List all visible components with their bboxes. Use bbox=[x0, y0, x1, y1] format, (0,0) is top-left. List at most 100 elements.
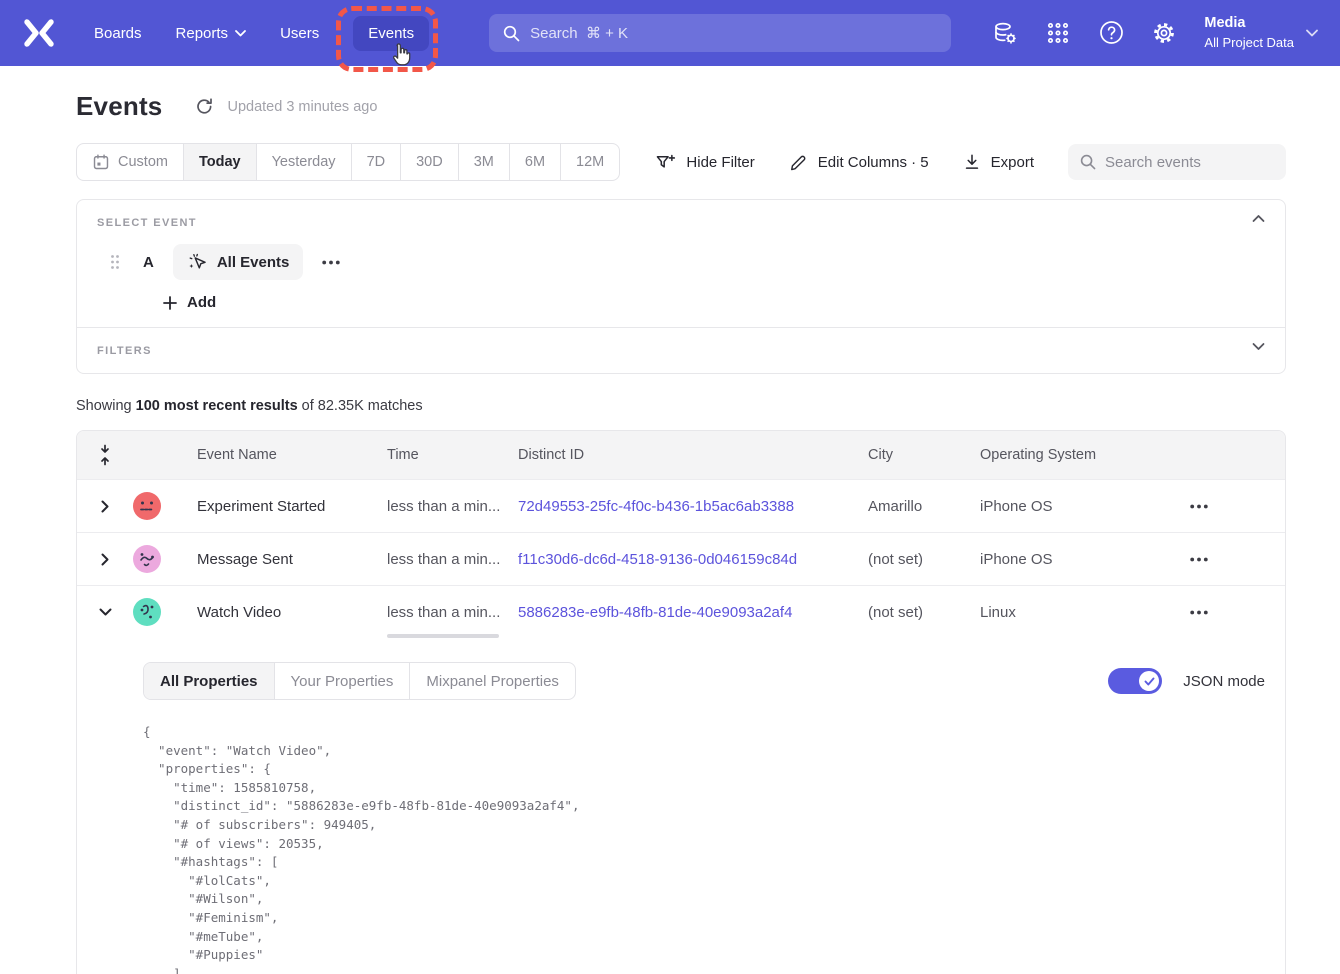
search-events-field[interactable] bbox=[1068, 144, 1286, 180]
cell-time: less than a min... bbox=[387, 551, 518, 568]
row-more-button[interactable] bbox=[1188, 557, 1208, 562]
data-management-icon[interactable] bbox=[992, 20, 1018, 46]
search-icon bbox=[503, 25, 520, 42]
search-events-input[interactable] bbox=[1105, 154, 1274, 171]
pencil-icon bbox=[789, 153, 808, 172]
table-row-expanded[interactable]: Watch Video less than a min... 5886283e-… bbox=[77, 585, 1285, 638]
date-range-yesterday[interactable]: Yesterday bbox=[257, 144, 352, 180]
filter-funnel-icon bbox=[655, 153, 676, 172]
column-header-city[interactable]: City bbox=[868, 447, 980, 463]
expand-row-chevron-right-icon[interactable] bbox=[101, 500, 109, 513]
tab-mixpanel-properties[interactable]: Mixpanel Properties bbox=[410, 663, 575, 699]
cell-distinct-id-link[interactable]: 5886283e-e9fb-48fb-81de-40e9093a2af4 bbox=[518, 604, 868, 621]
results-summary-prefix: Showing bbox=[76, 398, 136, 414]
tab-all-properties[interactable]: All Properties bbox=[144, 663, 275, 699]
cell-time: less than a min... bbox=[387, 498, 518, 515]
drag-handle-icon[interactable] bbox=[109, 254, 121, 270]
project-name: Media bbox=[1204, 14, 1294, 34]
nav-item-reports-label: Reports bbox=[176, 25, 229, 42]
results-summary-count: 100 most recent results bbox=[136, 398, 298, 414]
table-row[interactable]: Message Sent less than a min... f11c30d6… bbox=[77, 532, 1285, 585]
nav-item-boards[interactable]: Boards bbox=[94, 25, 142, 42]
table-header-row: Event Name Time Distinct ID City Operati… bbox=[77, 431, 1285, 479]
select-event-section: SELECT EVENT A All Events Add bbox=[77, 200, 1285, 327]
event-row-more-button[interactable] bbox=[322, 260, 340, 265]
event-avatar bbox=[133, 598, 161, 626]
json-mode-toggle[interactable] bbox=[1108, 668, 1162, 694]
column-header-operating-system[interactable]: Operating System bbox=[980, 447, 1188, 463]
expand-section-chevron-down-icon[interactable] bbox=[1252, 342, 1265, 351]
expand-collapse-all-icon[interactable] bbox=[98, 444, 112, 466]
query-builder-card: SELECT EVENT A All Events Add F bbox=[76, 199, 1286, 374]
cell-distinct-id-link[interactable]: f11c30d6-dc6d-4518-9136-0d046159c84d bbox=[518, 551, 868, 568]
results-summary-suffix: of 82.35K matches bbox=[298, 398, 423, 414]
collapse-section-chevron-up-icon[interactable] bbox=[1252, 214, 1265, 223]
ellipsis-icon bbox=[322, 260, 340, 265]
tab-your-properties[interactable]: Your Properties bbox=[275, 663, 411, 699]
date-range-7d[interactable]: 7D bbox=[352, 144, 402, 180]
table-row[interactable]: Experiment Started less than a min... 72… bbox=[77, 479, 1285, 532]
add-event-button[interactable]: Add bbox=[163, 294, 216, 311]
properties-tabs: All Properties Your Properties Mixpanel … bbox=[143, 662, 576, 700]
chevron-down-icon bbox=[235, 30, 246, 37]
expand-row-chevron-right-icon[interactable] bbox=[101, 553, 109, 566]
help-icon[interactable] bbox=[1098, 20, 1124, 46]
edit-columns-button[interactable]: Edit Columns · 5 bbox=[789, 153, 929, 172]
collapse-row-chevron-down-icon[interactable] bbox=[99, 608, 112, 616]
column-header-distinct-id[interactable]: Distinct ID bbox=[518, 447, 868, 463]
nav-item-users[interactable]: Users bbox=[280, 25, 319, 42]
cell-city: (not set) bbox=[868, 604, 980, 621]
apps-grid-icon[interactable] bbox=[1045, 20, 1071, 46]
column-header-event-name[interactable]: Event Name bbox=[197, 447, 387, 463]
settings-gear-icon[interactable] bbox=[1151, 20, 1177, 46]
date-range-today[interactable]: Today bbox=[184, 144, 257, 180]
date-range-6m[interactable]: 6M bbox=[510, 144, 561, 180]
hide-filter-label: Hide Filter bbox=[686, 154, 754, 171]
cell-os: Linux bbox=[980, 604, 1188, 621]
date-range-3m[interactable]: 3M bbox=[459, 144, 510, 180]
select-event-title: SELECT EVENT bbox=[97, 217, 1265, 229]
mixpanel-logo-icon[interactable] bbox=[22, 18, 56, 48]
project-scope: All Project Data bbox=[1204, 34, 1294, 52]
global-search-input[interactable] bbox=[530, 25, 937, 42]
event-detail-panel: All Properties Your Properties Mixpanel … bbox=[77, 638, 1285, 974]
nav-item-reports[interactable]: Reports bbox=[176, 25, 247, 42]
event-selector-button[interactable]: All Events bbox=[173, 244, 304, 280]
json-mode-label: JSON mode bbox=[1183, 673, 1265, 690]
filters-section: FILTERS bbox=[77, 327, 1285, 373]
calendar-icon bbox=[92, 153, 110, 171]
cell-distinct-id-link[interactable]: 72d49553-25fc-4f0c-b436-1b5ac6ab3388 bbox=[518, 498, 868, 515]
export-button[interactable]: Export bbox=[963, 153, 1034, 171]
hide-filter-button[interactable]: Hide Filter bbox=[655, 153, 754, 172]
all-events-cursor-icon bbox=[187, 252, 208, 273]
add-event-label: Add bbox=[187, 294, 216, 311]
date-range-12m[interactable]: 12M bbox=[561, 144, 619, 180]
plus-icon bbox=[163, 296, 177, 310]
ellipsis-icon bbox=[1190, 610, 1208, 615]
page-title: Events bbox=[76, 91, 162, 122]
cell-event-name: Watch Video bbox=[197, 604, 387, 621]
refresh-button[interactable] bbox=[195, 97, 215, 117]
cell-os: iPhone OS bbox=[980, 498, 1188, 515]
ellipsis-icon bbox=[1190, 557, 1208, 562]
chevron-down-icon bbox=[1306, 29, 1318, 37]
row-more-button[interactable] bbox=[1188, 504, 1208, 509]
column-header-time[interactable]: Time bbox=[387, 447, 518, 463]
horizontal-scrollbar-thumb[interactable] bbox=[387, 634, 499, 638]
nav-item-events[interactable]: Events bbox=[353, 16, 429, 51]
top-nav: Boards Reports Users Events Media All Pr… bbox=[0, 0, 1340, 66]
cell-city: Amarillo bbox=[868, 498, 980, 515]
toggle-knob-check-icon bbox=[1139, 671, 1159, 691]
results-summary: Showing 100 most recent results of 82.35… bbox=[76, 398, 1286, 414]
updated-timestamp: Updated 3 minutes ago bbox=[227, 99, 377, 115]
date-range-custom-label: Custom bbox=[118, 154, 168, 170]
export-label: Export bbox=[991, 154, 1034, 171]
row-more-button[interactable] bbox=[1188, 610, 1208, 615]
cell-os: iPhone OS bbox=[980, 551, 1188, 568]
date-range-selector: Custom Today Yesterday 7D 30D 3M 6M 12M bbox=[76, 143, 620, 181]
date-range-custom[interactable]: Custom bbox=[77, 144, 184, 180]
date-range-30d[interactable]: 30D bbox=[401, 144, 459, 180]
global-search[interactable] bbox=[489, 14, 951, 52]
event-avatar bbox=[133, 545, 161, 573]
project-switcher[interactable]: Media All Project Data bbox=[1204, 14, 1318, 51]
